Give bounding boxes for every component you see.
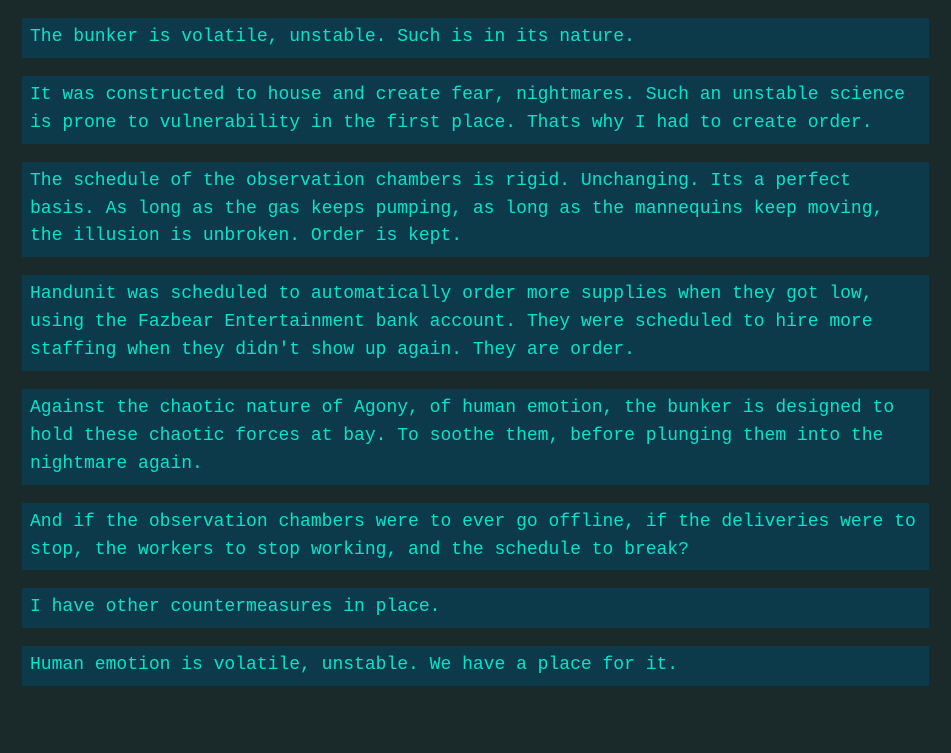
paragraph-6: And if the observation chambers were to … [22, 503, 929, 571]
paragraph-8: Human emotion is volatile, unstable. We … [22, 646, 929, 686]
paragraph-3-text: The schedule of the observation chambers… [30, 168, 921, 252]
paragraph-7-text: I have other countermeasures in place. [30, 594, 921, 622]
paragraph-6-text: And if the observation chambers were to … [30, 509, 921, 565]
paragraph-3: The schedule of the observation chambers… [22, 162, 929, 258]
paragraph-7: I have other countermeasures in place. [22, 588, 929, 628]
paragraph-1-text: The bunker is volatile, unstable. Such i… [30, 24, 921, 52]
paragraph-5-text: Against the chaotic nature of Agony, of … [30, 395, 921, 479]
paragraph-2-text: It was constructed to house and create f… [30, 82, 921, 138]
paragraph-5: Against the chaotic nature of Agony, of … [22, 389, 929, 485]
main-content: The bunker is volatile, unstable. Such i… [10, 10, 941, 712]
paragraph-2: It was constructed to house and create f… [22, 76, 929, 144]
paragraph-4-text: Handunit was scheduled to automatically … [30, 281, 921, 365]
paragraph-8-text: Human emotion is volatile, unstable. We … [30, 652, 921, 680]
paragraph-1: The bunker is volatile, unstable. Such i… [22, 18, 929, 58]
paragraph-4: Handunit was scheduled to automatically … [22, 275, 929, 371]
